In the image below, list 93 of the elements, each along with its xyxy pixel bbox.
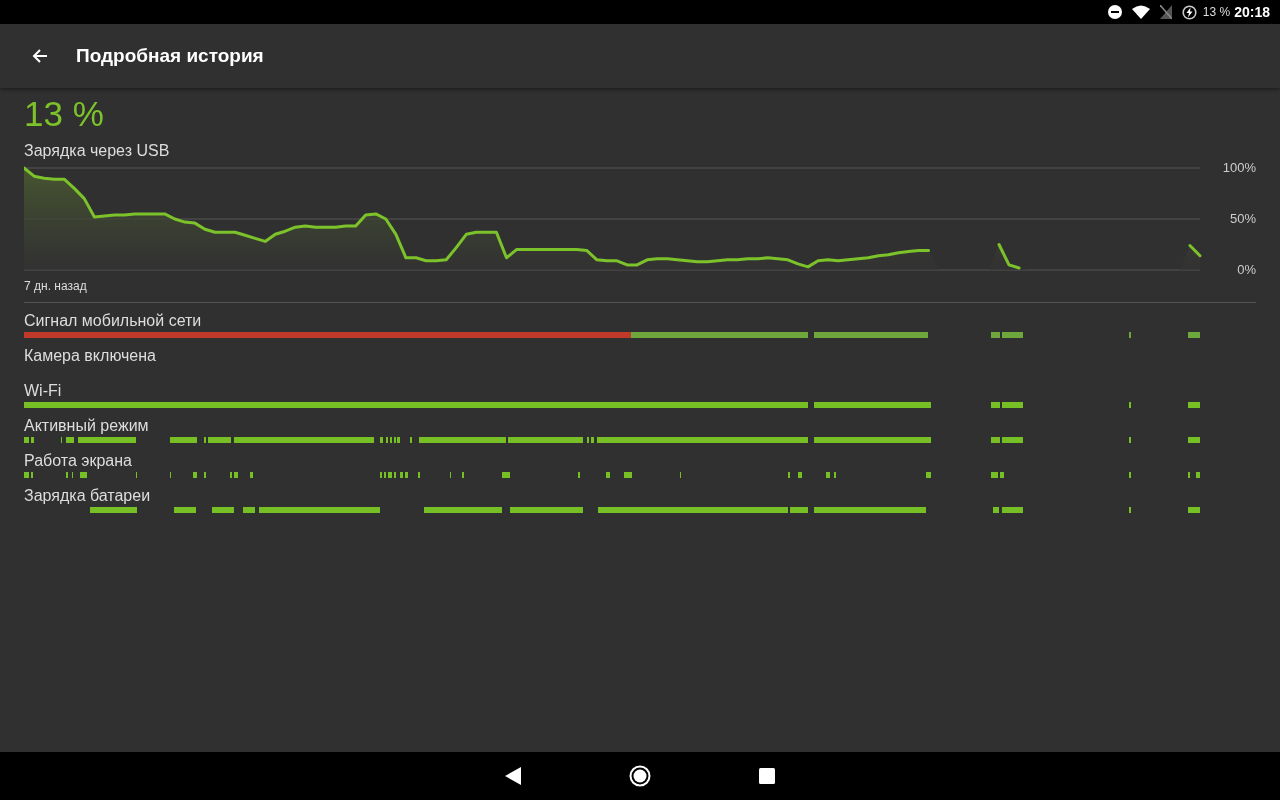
timeline-segment: [991, 437, 1000, 443]
timeline-segment: [1129, 437, 1131, 443]
axis-tick-label: 100%: [1222, 160, 1256, 175]
timeline-segment: [1129, 472, 1131, 478]
timeline-segment: [204, 437, 206, 443]
timeline-segment: [502, 472, 510, 478]
timeline-segment: [418, 472, 420, 478]
timeline-segment: [61, 437, 62, 443]
timeline-segment: [1188, 437, 1200, 443]
timeline-label: Зарядка батареи: [24, 486, 152, 506]
timeline-segment: [174, 507, 196, 513]
timeline-segment: [136, 472, 137, 478]
timeline-label: Камера включена: [24, 346, 157, 366]
timeline-segment: [606, 472, 610, 478]
timeline-segment: [24, 472, 29, 478]
timeline-segment: [80, 472, 87, 478]
timeline-segment: [578, 472, 580, 478]
timeline-segment: [587, 437, 589, 443]
timeline-segment: [78, 437, 136, 443]
timeline-segment: [991, 402, 1000, 408]
timeline-segment: [1002, 437, 1023, 443]
timeline-segment: [926, 472, 931, 478]
timeline-segment: [991, 472, 998, 478]
timeline-segment: [1129, 332, 1131, 338]
charging-status: Зарядка через USB: [24, 141, 171, 161]
timeline-segment: [991, 332, 1000, 338]
clock: 20:18: [1234, 4, 1270, 20]
timeline-segment: [170, 437, 197, 443]
timeline-segment: [993, 507, 999, 513]
timeline-segment: [380, 437, 383, 443]
timeline-segment: [400, 472, 403, 478]
axis-tick-label: 0%: [1237, 262, 1256, 274]
timeline-segment: [250, 472, 253, 478]
timeline-segment: [234, 472, 238, 478]
timeline-segment: [31, 437, 34, 443]
wifi-icon: [1131, 5, 1150, 19]
timeline-segment: [230, 472, 232, 478]
timeline-segment: [624, 472, 632, 478]
timeline-segment: [591, 437, 594, 443]
timeline-segment: [1129, 402, 1131, 408]
battery-percent: 13 %: [1202, 5, 1231, 19]
timeline-segment: [826, 472, 830, 478]
timeline-label: Активный режим: [24, 416, 150, 436]
timeline-segment: [405, 472, 408, 478]
timeline-segment: [798, 472, 802, 478]
timeline-segment: [394, 472, 396, 478]
timeline-label: Работа экрана: [24, 451, 133, 471]
timeline-segment: [31, 472, 33, 478]
do-not-disturb-icon: [1107, 5, 1122, 19]
timeline-segment: [462, 472, 464, 478]
timeline-label: Wi-Fi: [24, 381, 63, 401]
timeline-segment: [680, 472, 681, 478]
timeline-segment: [388, 472, 392, 478]
timeline-segment: [204, 472, 206, 478]
timeline-segment: [384, 472, 386, 478]
screen-title: Подробная история: [76, 45, 264, 67]
axis-tick-label: 50%: [1229, 211, 1256, 226]
timeline-segment: [66, 472, 68, 478]
timeline-segment: [1129, 507, 1131, 513]
timeline-label: Сигнал мобильной сети: [24, 311, 203, 331]
timeline-segment: [170, 472, 171, 478]
timeline-segment: [386, 437, 388, 443]
timeline-segment: [1188, 332, 1200, 338]
timeline-segment: [1188, 402, 1200, 408]
timeline-segment: [410, 437, 412, 443]
back-icon[interactable]: [505, 767, 521, 785]
timeline-segment: [450, 472, 451, 478]
timeline-segment: [390, 437, 392, 443]
timeline-segment: [790, 507, 808, 513]
timeline-segment: [1188, 472, 1190, 478]
start-time-label: 7 дн. назад: [24, 278, 88, 294]
timeline-segment: [90, 507, 137, 513]
timeline-segment: [1196, 472, 1200, 478]
timeline-segment: [24, 437, 29, 443]
battery-percent-large: 13 %: [24, 94, 105, 134]
timeline-segment: [208, 437, 231, 443]
timeline-segment: [1002, 402, 1023, 408]
timeline-segment: [193, 472, 197, 478]
timeline-segment: [834, 472, 836, 478]
timeline-segment: [1002, 332, 1023, 338]
no-sim-signal-icon: [1159, 5, 1172, 19]
timeline-segment: [1002, 507, 1023, 513]
timeline-segment: [212, 507, 234, 513]
timeline-segment: [72, 472, 73, 478]
timeline-segment: [1188, 507, 1200, 513]
timeline-segment: [380, 472, 382, 478]
timeline-segment: [788, 472, 790, 478]
timeline-segment: [1000, 472, 1004, 478]
timeline-segment: [243, 507, 255, 513]
timeline-segment: [66, 437, 74, 443]
home-icon[interactable]: [629, 765, 651, 787]
back-arrow-icon: [32, 48, 48, 64]
charging-battery-icon: [1181, 4, 1197, 20]
